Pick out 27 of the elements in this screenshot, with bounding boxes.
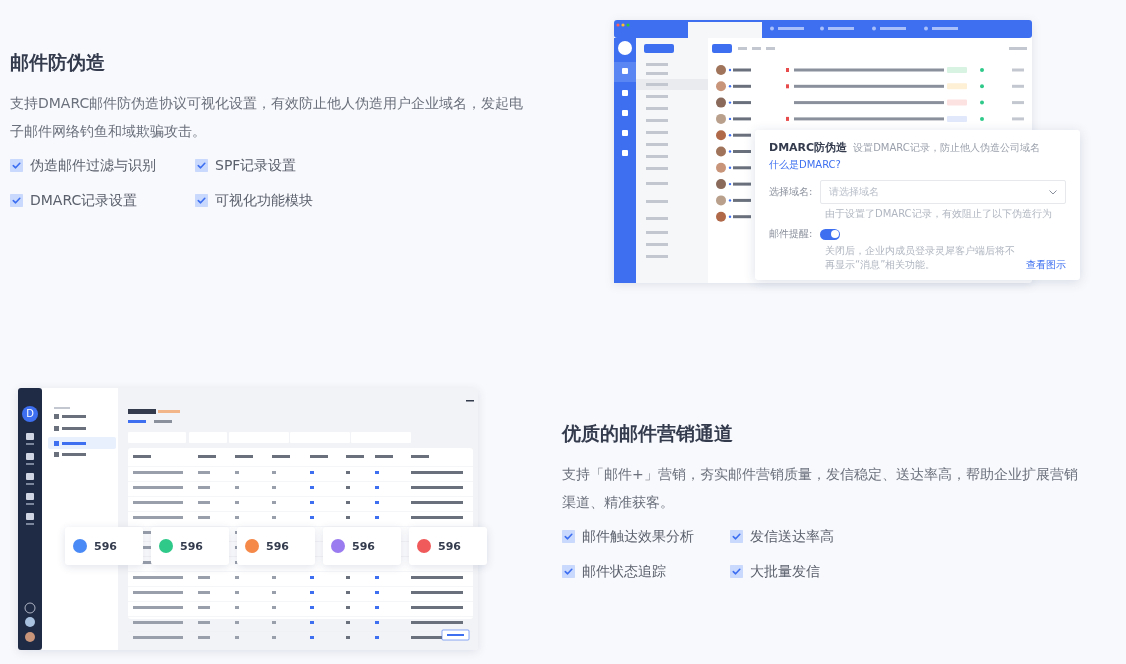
feature-label: 伪造邮件过滤与识别 bbox=[30, 156, 156, 175]
stat-value: 596 bbox=[438, 539, 461, 553]
section-description: 支持「邮件+」营销，夯实邮件营销质量，发信稳定、送达率高，帮助企业扩展营销渠道、精准获客。 bbox=[562, 465, 1079, 512]
stat-value: 596 bbox=[94, 539, 117, 553]
stat-value: 596 bbox=[180, 539, 203, 553]
feature-label: 邮件状态追踪 bbox=[582, 562, 666, 581]
feature-label: 可视化功能模块 bbox=[215, 191, 313, 210]
stat-value: 596 bbox=[266, 539, 289, 553]
field-label: 邮件提醒: bbox=[769, 227, 813, 241]
section-heading: 优质的邮件营销通道 bbox=[562, 421, 734, 446]
feature-label: DMARC记录设置 bbox=[30, 191, 138, 210]
feature-label: 大批量发信 bbox=[750, 562, 820, 581]
field-note: 关闭后，企业内成员登录灵犀客户端后将不再显示“消息”相关功能。 bbox=[825, 244, 1016, 272]
card-title: DMARC防伪造 bbox=[769, 140, 848, 155]
help-link[interactable]: 什么是DMARC? bbox=[769, 158, 841, 172]
field-note: 由于设置了DMARC记录，有效阻止了以下伪造行为 bbox=[825, 207, 1053, 221]
chevron-down-icon bbox=[1049, 189, 1057, 195]
feature-label: 邮件触达效果分析 bbox=[582, 527, 694, 546]
view-diagram-link[interactable]: 查看图示 bbox=[1026, 258, 1066, 272]
section-heading: 邮件防伪造 bbox=[10, 50, 106, 75]
stat-value: 596 bbox=[352, 539, 375, 553]
section-description: 支持DMARC邮件防伪造协议可视化设置，有效防止他人伪造用户企业域名，发起电子邮件网络钓鱼和域欺骗攻击。 bbox=[10, 94, 525, 141]
reminder-toggle[interactable] bbox=[820, 228, 841, 240]
field-label: 选择域名: bbox=[769, 185, 813, 199]
card-subtitle: 设置DMARC记录，防止他人伪造公司域名 bbox=[853, 141, 1040, 155]
feature-label: SPF记录设置 bbox=[215, 156, 297, 175]
feature-label: 发信送达率高 bbox=[750, 527, 834, 546]
